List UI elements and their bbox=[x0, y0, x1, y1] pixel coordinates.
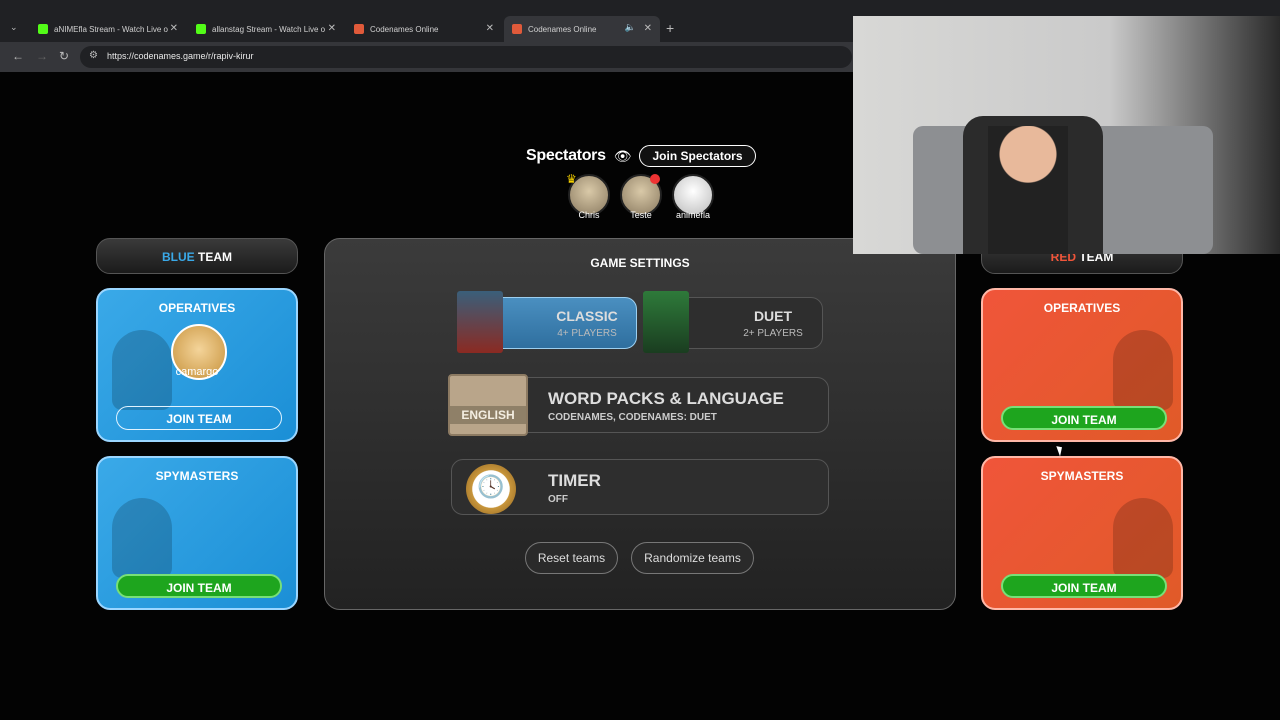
spymaster-illustration bbox=[112, 498, 172, 578]
classic-box-icon bbox=[457, 291, 503, 353]
spectator-avatar[interactable]: animefla bbox=[670, 174, 716, 220]
back-icon[interactable]: ← bbox=[12, 49, 24, 63]
timer-button[interactable]: 🕓 TIMER OFF bbox=[451, 459, 829, 515]
spectator-name: animefla bbox=[675, 210, 711, 220]
join-spectators-button[interactable]: Join Spectators bbox=[639, 145, 756, 167]
blue-team-header: BLUE TEAM bbox=[96, 238, 298, 274]
reload-icon[interactable]: ↻ bbox=[59, 49, 69, 63]
spectator-avatar[interactable]: Teste bbox=[618, 174, 664, 220]
duet-box-icon bbox=[643, 291, 689, 353]
tab-codenames-1[interactable]: Codenames Online ✕ bbox=[346, 16, 502, 42]
join-red-spymasters-button[interactable]: JOIN TEAM bbox=[1001, 574, 1167, 598]
tab-animefla-stream[interactable]: aNIMEfla Stream - Watch Live o ✕ bbox=[30, 16, 186, 42]
red-operatives-card: OPERATIVES JOIN TEAM bbox=[981, 288, 1183, 442]
join-red-operatives-button[interactable]: JOIN TEAM bbox=[1001, 406, 1167, 430]
word-packs-title: WORD PACKS & LANGUAGE bbox=[548, 389, 784, 408]
webcam-overlay bbox=[853, 16, 1280, 254]
card-title: OPERATIVES bbox=[158, 301, 236, 315]
tab-label: Codenames Online bbox=[528, 24, 597, 34]
language-box-icon: ENGLISH bbox=[448, 374, 528, 436]
timer-title: TIMER bbox=[548, 471, 601, 490]
word-packs-value: CODENAMES, CODENAMES: DUET bbox=[548, 412, 717, 423]
close-tab-icon[interactable]: ✕ bbox=[486, 23, 494, 34]
join-blue-operatives-button[interactable]: JOIN TEAM bbox=[116, 406, 282, 430]
spectator-name: Teste bbox=[630, 210, 652, 220]
timer-value: OFF bbox=[548, 494, 568, 505]
red-spymasters-card: SPYMASTERS JOIN TEAM bbox=[981, 456, 1183, 610]
url-input[interactable]: ⚙ https://codenames.game/r/rapiv-kirur bbox=[80, 46, 852, 68]
site-info-icon[interactable]: ⚙ bbox=[89, 50, 98, 61]
eye-icon: 👁 bbox=[613, 147, 632, 164]
settings-title: GAME SETTINGS bbox=[590, 256, 690, 270]
operative-illustration bbox=[1113, 330, 1173, 410]
team-suffix: TEAM bbox=[198, 250, 232, 264]
tab-label: Codenames Online bbox=[370, 24, 439, 34]
spymaster-illustration bbox=[1113, 498, 1173, 578]
member-name: camargo bbox=[175, 366, 219, 378]
tab-search-icon[interactable]: ⌄ bbox=[10, 22, 18, 33]
reset-teams-button[interactable]: Reset teams bbox=[525, 542, 618, 574]
tab-allanstag-stream[interactable]: allanstag Stream - Watch Live o ✕ bbox=[188, 16, 344, 42]
card-title: OPERATIVES bbox=[1043, 301, 1121, 315]
spectators-title: Spectators bbox=[526, 147, 606, 164]
url-text: https://codenames.game/r/rapiv-kirur bbox=[107, 51, 254, 61]
kick-favicon-icon bbox=[38, 24, 48, 34]
kick-favicon-icon bbox=[196, 24, 206, 34]
forward-icon[interactable]: → bbox=[36, 49, 48, 63]
close-tab-icon[interactable]: ✕ bbox=[170, 23, 178, 34]
card-title: SPYMASTERS bbox=[155, 469, 239, 483]
webcam-person bbox=[988, 126, 1068, 254]
randomize-teams-button[interactable]: Randomize teams bbox=[631, 542, 754, 574]
new-tab-icon[interactable]: + bbox=[666, 20, 674, 36]
spectator-avatar[interactable]: ♛ Chris bbox=[566, 172, 612, 220]
blue-team-word: BLUE bbox=[161, 250, 195, 264]
language-label: ENGLISH bbox=[450, 406, 526, 424]
tab-label: allanstag Stream - Watch Live o bbox=[212, 24, 326, 34]
spectator-list: ♛ Chris Teste animefla bbox=[566, 172, 716, 220]
close-tab-icon[interactable]: ✕ bbox=[644, 23, 652, 34]
spectators-header: Spectators 👁 Join Spectators bbox=[526, 145, 756, 167]
join-blue-spymasters-button[interactable]: JOIN TEAM bbox=[116, 574, 282, 598]
tab-codenames-2[interactable]: Codenames Online 🔈 ✕ bbox=[504, 16, 660, 42]
close-tab-icon[interactable]: ✕ bbox=[328, 23, 336, 34]
crown-icon: ♛ bbox=[566, 172, 577, 186]
audio-icon[interactable]: 🔈 bbox=[625, 22, 636, 33]
card-title: SPYMASTERS bbox=[1040, 469, 1124, 483]
codenames-favicon-icon bbox=[354, 24, 364, 34]
codenames-favicon-icon bbox=[512, 24, 522, 34]
word-packs-button[interactable]: ENGLISH WORD PACKS & LANGUAGE CODENAMES,… bbox=[448, 374, 829, 436]
blue-spymasters-card: SPYMASTERS JOIN TEAM bbox=[96, 456, 298, 610]
spectator-name: Chris bbox=[578, 210, 600, 220]
clock-icon: 🕓 bbox=[466, 464, 516, 514]
blue-operatives-card: OPERATIVES camargo JOIN TEAM bbox=[96, 288, 298, 442]
tab-label: aNIMEfla Stream - Watch Live o bbox=[54, 24, 168, 34]
notification-badge-icon bbox=[650, 174, 660, 184]
